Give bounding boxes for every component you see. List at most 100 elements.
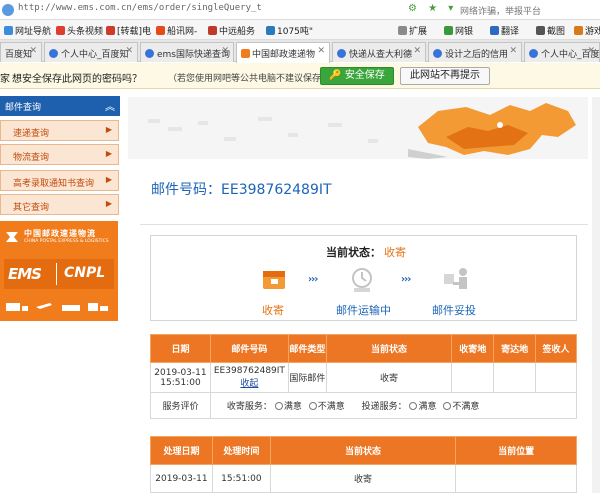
never-prompt-button[interactable]: 此网站不再提示: [400, 67, 490, 85]
address-bar[interactable]: http://www.ems.com.cn/ems/order/singleQu…: [0, 0, 600, 20]
ebank-button[interactable]: 网银: [444, 24, 473, 37]
header-banner: [128, 97, 588, 159]
bank-icon: [444, 26, 453, 35]
col-header-number: 邮件号码: [209, 334, 289, 363]
collapse-up-icon[interactable]: ︽: [105, 98, 115, 113]
tab-bar: 百度知 ✕ 个人中心_百度知 ✕ ems国际快递查询 ✕ 中国邮政速递物 ✕ 快递从查大…: [0, 40, 600, 63]
triangle-right-icon: ▶: [105, 125, 112, 134]
col-header-dest: 寄达地: [493, 334, 537, 363]
china-map-graphic: [128, 97, 588, 159]
divider: [140, 224, 588, 225]
close-icon[interactable]: ✕: [125, 46, 133, 56]
bookmark-icon: [4, 26, 13, 35]
cell-status: 收寄: [325, 362, 453, 393]
ems-logo-panel: 中国邮政速递物流 CHINA POSTAL EXPRESS & LOGISTIC…: [0, 221, 118, 321]
col-header-type: 邮件类型: [287, 334, 327, 363]
screenshot-button[interactable]: 截图: [536, 24, 565, 37]
address-actions-icons[interactable]: ⚙ ★ ▾: [408, 3, 457, 14]
close-icon[interactable]: ✕: [413, 46, 421, 56]
radio-receive-satisfied[interactable]: [274, 402, 283, 410]
scissors-icon: [536, 26, 545, 35]
step-in-transit: 邮件运输中: [336, 304, 391, 317]
tab-item[interactable]: 百度知 ✕: [0, 42, 42, 62]
close-icon[interactable]: ✕: [587, 46, 595, 56]
bookmark-item[interactable]: 1075吨": [266, 24, 313, 37]
cut-off-text: 家: [0, 74, 10, 85]
url-text[interactable]: http://www.ems.com.cn/ems/order/singleQu…: [18, 3, 262, 13]
password-save-bar: 家 想安全保存此网页的密码吗？ （若您使用网吧等公共电脑不建议保存） 🔑 安全保…: [0, 63, 600, 89]
bookmark-icon: [266, 26, 275, 35]
tab-item[interactable]: 快递从查大利德 ✕: [332, 42, 426, 62]
table-row: 2019-03-11 15:51:00 收寄: [150, 464, 577, 493]
collapse-link[interactable]: 收起: [240, 379, 258, 389]
sidebar-item-express[interactable]: 速递查询 ▶: [0, 120, 119, 141]
cell-dest: [493, 362, 537, 393]
tab-item[interactable]: 个人中心_百度知✕: [44, 42, 138, 62]
current-status-value: 收寄: [384, 246, 406, 259]
extensions-button[interactable]: 扩展: [398, 24, 427, 37]
ems-tab-icon: [241, 49, 250, 58]
vertical-scrollbar[interactable]: [592, 97, 600, 493]
china-post-logo: 中国邮政速递物流 CHINA POSTAL EXPRESS & LOGISTIC…: [4, 227, 114, 253]
report-link[interactable]: 网络诈骗，举报平台: [460, 4, 541, 17]
in-transit-icon: [352, 268, 372, 292]
close-icon[interactable]: ✕: [221, 46, 229, 56]
password-hint: （若您使用网吧等公共电脑不建议保存）: [168, 74, 331, 84]
col-header-date: 日期: [150, 334, 211, 363]
tab-item[interactable]: ems国际快递查询 ✕: [140, 42, 234, 62]
baidu-paw-icon: [145, 49, 154, 58]
bookmark-item[interactable]: 网址导航: [4, 24, 51, 37]
translate-icon: [490, 26, 499, 35]
games-button[interactable]: 游戏: [574, 24, 600, 37]
rating-label: 服务评价: [150, 392, 211, 419]
ems-cnpl-logo: EMS CNPL: [4, 259, 114, 289]
close-icon[interactable]: ✕: [29, 46, 37, 56]
table-row: 2019-03-11 15:51:00 EE398762489IT 收起 国际邮件…: [150, 362, 577, 393]
double-arrow-icon: ›››: [308, 274, 318, 285]
triangle-right-icon: ▶: [105, 199, 112, 208]
bookmark-item[interactable]: 船讯网-: [156, 24, 197, 37]
col-header-signer: 签收人: [535, 334, 577, 363]
radio-deliver-satisfied[interactable]: [409, 402, 418, 410]
step-delivered: 邮件妥投: [432, 304, 476, 317]
close-icon[interactable]: ✕: [509, 46, 517, 56]
baidu-paw-icon: [49, 49, 58, 58]
cell-number: EE398762489IT 收起: [209, 362, 289, 393]
current-status-label: 当前状态：: [326, 246, 381, 259]
secure-save-button[interactable]: 🔑 安全保存: [320, 67, 394, 85]
tab-item[interactable]: 设计之后的信用 ✕: [428, 42, 522, 62]
cell-type: 国际邮件: [287, 362, 327, 393]
transport-icons: [4, 297, 114, 315]
radio-receive-unsatisfied[interactable]: [308, 402, 317, 410]
key-icon: 🔑: [329, 70, 342, 81]
tracking-history-table: 处理日期 处理时间 当前状态 当前位置 2019-03-11 15:51:00 …: [150, 436, 577, 493]
globe-icon: [2, 4, 14, 16]
cell-current-status: 收寄: [269, 464, 457, 493]
mail-info-table: 日期 邮件号码 邮件类型 当前状态 收寄地 寄达地 签收人 2019-03-11…: [150, 334, 578, 419]
close-icon[interactable]: ✕: [317, 46, 325, 56]
password-question: 想安全保存此网页的密码吗？: [12, 74, 142, 85]
triangle-right-icon: ▶: [105, 149, 112, 158]
bookmark-icon: [106, 26, 115, 35]
page-title: 邮件号码：EE398762489IT: [151, 182, 332, 198]
cell-origin: [451, 362, 495, 393]
tracking-number: EE398762489IT: [221, 182, 332, 198]
bookmark-icon: [56, 26, 65, 35]
sidebar-item-exam-notice[interactable]: 高考录取通知书查询 ▶: [0, 170, 119, 191]
col-header-status: 当前状态: [325, 334, 453, 363]
bookmark-icon: [156, 26, 165, 35]
delivered-icon: [444, 268, 467, 289]
sidebar-item-logistics[interactable]: 物流查询 ▶: [0, 144, 119, 165]
tab-item-active[interactable]: 中国邮政速递物 ✕: [236, 42, 330, 63]
bookmark-item[interactable]: 头条视频: [56, 24, 103, 37]
col-header-process-time: 处理时间: [211, 436, 271, 465]
bookmark-item[interactable]: 中远船务: [208, 24, 255, 37]
package-collected-icon: [263, 271, 285, 289]
cell-current-location: [455, 464, 577, 493]
tab-item[interactable]: 个人中心_百度知✕: [524, 42, 600, 62]
sidebar-item-other[interactable]: 其它查询 ▶: [0, 194, 119, 215]
translate-button[interactable]: 翻译: [490, 24, 519, 37]
bookmark-item[interactable]: [转载]电: [106, 24, 151, 37]
radio-deliver-unsatisfied[interactable]: [443, 402, 452, 410]
sidebar-header[interactable]: 邮件查询 ︽: [0, 96, 120, 116]
